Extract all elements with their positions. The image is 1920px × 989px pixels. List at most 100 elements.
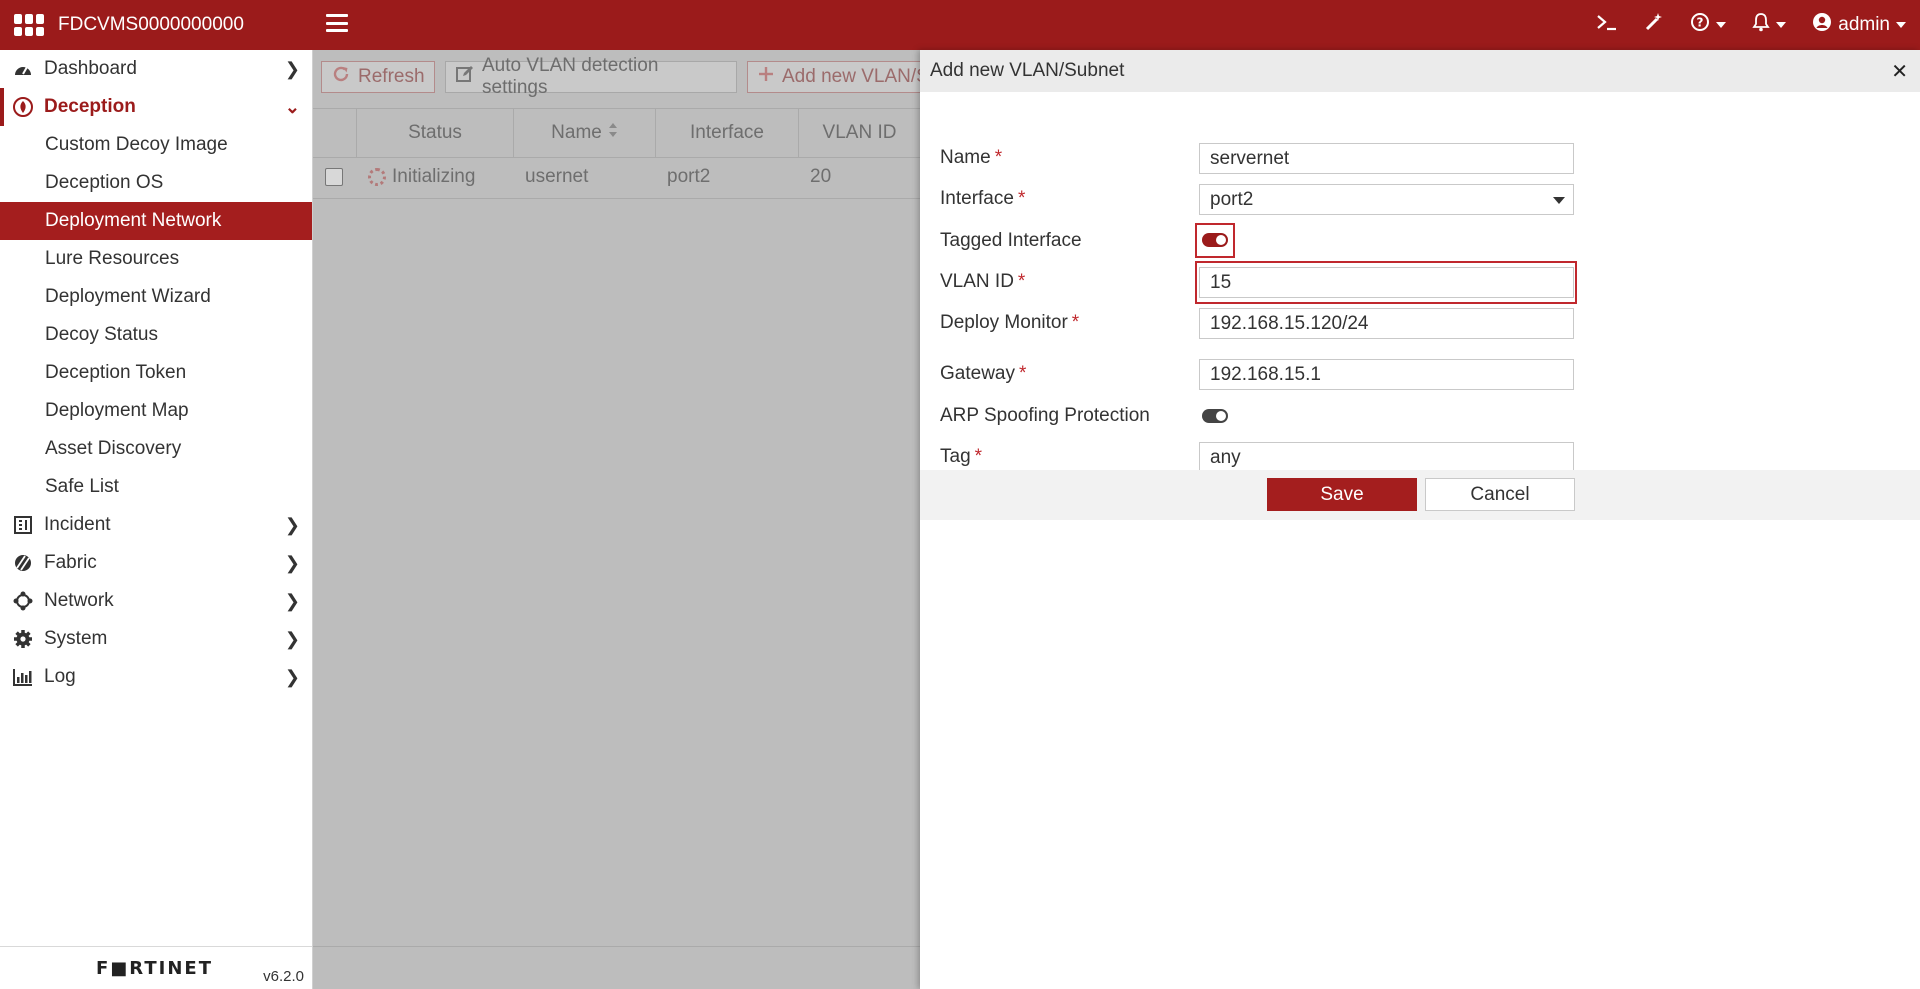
row-checkbox[interactable] xyxy=(325,156,345,198)
gear-icon xyxy=(12,628,34,650)
dialog-title: Add new VLAN/Subnet xyxy=(930,60,1125,81)
sidebar-item-deception[interactable]: Deception ⌄ xyxy=(0,88,312,126)
terminal-icon xyxy=(1596,13,1618,37)
tagged-interface-toggle[interactable] xyxy=(1202,233,1228,247)
column-header-name[interactable]: Name xyxy=(514,109,656,157)
sidebar-subitem-custom-decoy-image[interactable]: Custom Decoy Image xyxy=(0,126,312,164)
chevron-down-icon xyxy=(1553,197,1565,204)
tag-row: Tag * any xyxy=(920,440,1920,474)
gateway-label: Gateway * xyxy=(940,363,1027,384)
chevron-right-icon: ❯ xyxy=(284,590,300,611)
sidebar-footer: F■RTINET v6.2.0 xyxy=(0,946,312,989)
chevron-right-icon: ❯ xyxy=(284,58,300,79)
top-bar: FDCVMS0000000000 ? admin xyxy=(0,0,1920,50)
menu-toggle-icon[interactable] xyxy=(326,14,348,32)
help-menu-button[interactable]: ? xyxy=(1690,12,1727,38)
header-select-cell xyxy=(313,109,357,157)
sidebar-subitem-safe-list[interactable]: Safe List xyxy=(0,468,312,506)
gateway-row: Gateway * 192.168.15.1 xyxy=(920,357,1920,391)
apps-grid-icon[interactable] xyxy=(14,14,44,36)
refresh-button[interactable]: Refresh xyxy=(321,61,435,93)
vlan-id-label: VLAN ID * xyxy=(940,271,1026,292)
chevron-right-icon: ❯ xyxy=(284,514,300,535)
save-button[interactable]: Save xyxy=(1267,478,1417,511)
hostname: FDCVMS0000000000 xyxy=(58,14,244,35)
sidebar-item-incident[interactable]: Incident ❯ xyxy=(0,506,312,544)
deception-icon xyxy=(12,96,34,118)
sidebar-item-log[interactable]: Log ❯ xyxy=(0,658,312,696)
arp-spoofing-toggle[interactable] xyxy=(1202,409,1228,423)
sidebar-subitem-deployment-network[interactable]: Deployment Network xyxy=(0,202,312,240)
sidebar-item-label: Dashboard xyxy=(44,58,137,79)
deploy-monitor-input[interactable]: 192.168.15.120/24 xyxy=(1199,308,1574,339)
cli-console-button[interactable] xyxy=(1596,13,1618,37)
chevron-right-icon: ❯ xyxy=(284,628,300,649)
chevron-down-icon xyxy=(1776,22,1787,28)
sidebar-subitem-decoy-status[interactable]: Decoy Status xyxy=(0,316,312,354)
add-vlan-button[interactable]: Add new VLAN/S xyxy=(747,61,947,93)
table-row[interactable]: Initializing usernet port2 20 xyxy=(313,156,920,199)
sidebar-subitem-deception-token[interactable]: Deception Token xyxy=(0,354,312,392)
interface-select[interactable]: port2 xyxy=(1199,184,1574,215)
gateway-input[interactable]: 192.168.15.1 xyxy=(1199,359,1574,390)
deploy-monitor-label: Deploy Monitor * xyxy=(940,312,1080,333)
interface-label: Interface * xyxy=(940,188,1026,209)
fabric-icon xyxy=(12,552,34,574)
help-icon: ? xyxy=(1690,12,1710,38)
chevron-down-icon: ⌄ xyxy=(284,96,300,117)
sidebar-item-fabric[interactable]: Fabric ❯ xyxy=(0,544,312,582)
auto-vlan-label: Auto VLAN detection settings xyxy=(482,55,659,98)
refresh-label: Refresh xyxy=(358,66,425,87)
chevron-right-icon: ❯ xyxy=(284,552,300,573)
add-vlan-label: Add new VLAN/S xyxy=(782,66,929,87)
chevron-down-icon xyxy=(1896,22,1906,28)
sidebar-item-label: Log xyxy=(44,666,76,687)
cancel-button[interactable]: Cancel xyxy=(1425,478,1575,511)
setup-wizard-button[interactable] xyxy=(1644,12,1664,38)
tagged-interface-row: Tagged Interface xyxy=(920,223,1920,258)
magic-wand-icon xyxy=(1644,12,1664,38)
chart-icon xyxy=(12,666,34,688)
tag-label: Tag * xyxy=(940,446,983,467)
sidebar-subitem-deception-os[interactable]: Deception OS xyxy=(0,164,312,202)
dashboard-icon xyxy=(12,58,34,80)
bell-icon xyxy=(1752,12,1770,38)
auto-vlan-settings-button[interactable]: Auto VLAN detection settings xyxy=(445,55,737,98)
name-input[interactable]: servernet xyxy=(1199,143,1574,174)
close-icon[interactable]: ✕ xyxy=(1891,50,1908,92)
sidebar-item-label: Deception xyxy=(44,96,136,117)
column-header-status[interactable]: Status xyxy=(357,109,514,157)
sidebar-item-network[interactable]: Network ❯ xyxy=(0,582,312,620)
sidebar-subitem-deployment-map[interactable]: Deployment Map xyxy=(0,392,312,430)
row-vlan-id: 20 xyxy=(810,166,832,187)
name-row: Name * servernet xyxy=(920,141,1920,175)
row-status: Initializing xyxy=(368,156,518,198)
column-header-vlan-id[interactable]: VLAN ID xyxy=(799,109,920,157)
sidebar-subitem-lure-resources[interactable]: Lure Resources xyxy=(0,240,312,278)
sidebar-item-dashboard[interactable]: Dashboard ❯ xyxy=(0,50,312,88)
table-header: Status Name Interface VLAN ID xyxy=(313,108,920,158)
add-vlan-dialog: Add new VLAN/Subnet ✕ Name * servernet In… xyxy=(920,50,1920,989)
tag-input[interactable]: any xyxy=(1199,442,1574,473)
sidebar-item-label: System xyxy=(44,628,108,649)
vlan-id-input[interactable]: 15 xyxy=(1199,267,1574,298)
spinner-icon xyxy=(368,168,386,186)
notifications-button[interactable] xyxy=(1752,12,1787,38)
vlan-id-row: VLAN ID * 15 xyxy=(920,261,1920,304)
sidebar-item-label: Fabric xyxy=(44,552,97,573)
svg-text:?: ? xyxy=(1697,16,1704,30)
version-label: v6.2.0 xyxy=(263,968,304,985)
sidebar-item-label: Network xyxy=(44,590,114,611)
row-name: usernet xyxy=(525,166,589,187)
sidebar-subitem-deployment-wizard[interactable]: Deployment Wizard xyxy=(0,278,312,316)
sidebar-subitem-asset-discovery[interactable]: Asset Discovery xyxy=(0,430,312,468)
incident-icon xyxy=(12,514,34,536)
sidebar-item-system[interactable]: System ❯ xyxy=(0,620,312,658)
column-header-interface[interactable]: Interface xyxy=(656,109,799,157)
user-menu-button[interactable]: admin xyxy=(1812,12,1906,38)
name-label: Name * xyxy=(940,147,1003,168)
refresh-icon xyxy=(332,65,350,89)
network-icon xyxy=(12,590,34,612)
arp-spoofing-row: ARP Spoofing Protection xyxy=(920,399,1920,433)
interface-select-value: port2 xyxy=(1210,188,1254,210)
